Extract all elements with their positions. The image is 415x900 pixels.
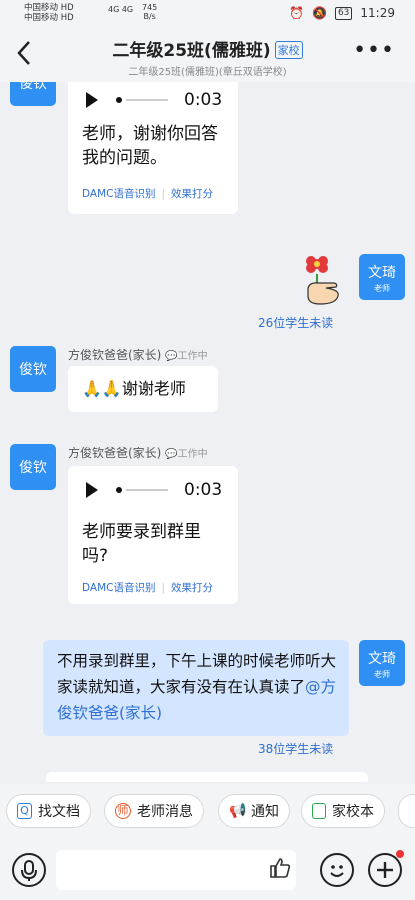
status-badge: 💬工作中 [165, 449, 208, 460]
group-name: 二年级25班(儒雅班) [112, 41, 271, 61]
unread-count[interactable]: 26位学生未读 [258, 314, 333, 331]
thumbs-up-icon[interactable] [268, 856, 292, 885]
avatar[interactable]: 文琦 老师 [359, 640, 405, 686]
text-message-bubble[interactable]: 不用录到群里，下午上课的时候老师听大家读就知道，大家有没有在认真读了@方俊钦爸爸… [43, 640, 349, 736]
progress-dot [116, 97, 122, 103]
flower-hand-sticker-icon[interactable] [300, 252, 346, 308]
audio-player[interactable]: 0:03 [86, 480, 222, 500]
carrier-info: 中国移动 HD 中国移动 HD [24, 3, 74, 23]
teacher-icon: 师 [115, 803, 131, 819]
chip-label: 找文档 [38, 804, 80, 820]
avatar-name: 文琦 [368, 265, 396, 281]
sender-name: 方俊钦爸爸(家长) [68, 446, 162, 460]
progress-track [126, 99, 168, 101]
rate-effect-link[interactable]: 效果打分 [171, 188, 213, 200]
voice-message-card[interactable]: 0:03 老师，谢谢你回答我的问题。 DAMC语音识别 | 效果打分 [68, 82, 238, 214]
page-subtitle: 二年级25班(儒雅班)(章丘双语学校) [128, 67, 287, 78]
shortcut-homeschool-book[interactable]: 家校本 [301, 794, 385, 828]
audio-player[interactable]: 0:03 [86, 90, 222, 110]
avatar-role: 老师 [374, 284, 390, 293]
shortcut-teacher-messages[interactable]: 师 老师消息 [104, 794, 204, 828]
rate-effect-link[interactable]: 效果打分 [171, 582, 213, 594]
play-icon[interactable] [86, 92, 98, 108]
shortcut-find-document[interactable]: Q 找文档 [6, 794, 91, 828]
message-text: 老师要录到群里吗? [82, 522, 201, 566]
network-speed: 745 B/s [142, 3, 157, 21]
sender-name: 方俊钦爸爸(家长) [68, 348, 162, 362]
document-search-icon: Q [17, 803, 32, 819]
message-links: DAMC语音识别 | 效果打分 [82, 188, 214, 200]
text-message-card[interactable]: 🙏🙏谢谢老师 [68, 366, 218, 412]
unread-count[interactable]: 38位学生未读 [258, 740, 333, 757]
avatar[interactable]: 俊钦 [10, 444, 56, 490]
sender-info: 方俊钦爸爸(家长) 💬工作中 [68, 346, 208, 363]
plus-icon[interactable] [368, 853, 402, 887]
speech-recognition-link[interactable]: DAMC语音识别 [82, 188, 155, 200]
carrier-1: 中国移动 HD [24, 3, 74, 13]
avatar[interactable]: 俊钦 [10, 82, 56, 106]
network-indicator: 4G 4G [108, 5, 134, 14]
speech-recognition-link[interactable]: DAMC语音识别 [82, 582, 155, 594]
input-bar [0, 840, 415, 900]
chat-area[interactable]: 俊钦 0:03 老师，谢谢你回答我的问题。 DAMC语音识别 | 效果打分 文琦 老… [0, 82, 415, 782]
voice-message-card[interactable]: 0:03 老师要录到群里吗? DAMC语音识别 | 效果打分 [68, 466, 238, 604]
avatar-name: 文琦 [368, 651, 396, 667]
avatar[interactable]: 俊钦 [10, 346, 56, 392]
shortcut-more-chip[interactable] [398, 794, 415, 828]
chat-header: 二年级25班(儒雅班) 家校 二年级25班(儒雅班)(章丘双语学校) ••• [0, 28, 415, 82]
avatar-name: 俊钦 [19, 82, 47, 92]
smiley-icon[interactable] [320, 853, 354, 887]
chip-label: 通知 [251, 804, 279, 820]
microphone-icon[interactable] [12, 853, 46, 887]
more-dots-icon[interactable]: ••• [353, 38, 395, 63]
message-text: 🙏🙏谢谢老师 [82, 379, 186, 398]
chip-label: 家校本 [332, 804, 374, 820]
status-badge: 💬工作中 [165, 351, 208, 362]
notification-dot [396, 850, 404, 858]
message-links: DAMC语音识别 | 效果打分 [82, 582, 214, 594]
status-bar: 中国移动 HD 中国移动 HD 4G 4G 745 B/s ⏰ 🔕 63 11:… [0, 0, 415, 28]
battery-icon: 63 [334, 6, 353, 20]
clock: 11:29 [360, 6, 395, 20]
speed-value: 745 [142, 3, 158, 12]
message-text: 不用录到群里，下午上课的时候老师听大家读就知道，大家有没有在认真读了 [57, 652, 337, 696]
audio-duration: 0:03 [184, 480, 223, 500]
audio-duration: 0:03 [184, 90, 223, 110]
chip-label: 老师消息 [137, 804, 193, 820]
progress-track [126, 489, 168, 491]
next-message-card[interactable] [46, 772, 368, 782]
progress-dot [116, 487, 122, 493]
notebook-icon [312, 803, 326, 819]
megaphone-icon: 📢 [229, 803, 247, 819]
alarm-icon: ⏰ [289, 6, 304, 20]
status-text: 工作中 [177, 351, 208, 362]
mute-icon: 🔕 [312, 6, 327, 20]
avatar[interactable]: 文琦 老师 [359, 254, 405, 300]
message-text: 老师，谢谢你回答我的问题。 [82, 124, 218, 168]
status-right: ⏰ 🔕 63 11:29 [289, 6, 395, 20]
play-icon[interactable] [86, 482, 98, 498]
group-tag: 家校 [274, 41, 303, 59]
speed-unit: B/s [143, 12, 156, 21]
avatar-role: 老师 [374, 670, 390, 679]
carrier-2: 中国移动 HD [24, 13, 74, 23]
avatar-name: 俊钦 [19, 362, 47, 378]
avatar-name: 俊钦 [19, 460, 47, 476]
status-text: 工作中 [177, 449, 208, 460]
sender-info: 方俊钦爸爸(家长) 💬工作中 [68, 444, 208, 461]
shortcut-notice[interactable]: 📢 通知 [218, 794, 290, 828]
message-input[interactable] [56, 850, 296, 890]
shortcut-bar: Q 找文档 师 老师消息 📢 通知 家校本 [0, 784, 415, 840]
